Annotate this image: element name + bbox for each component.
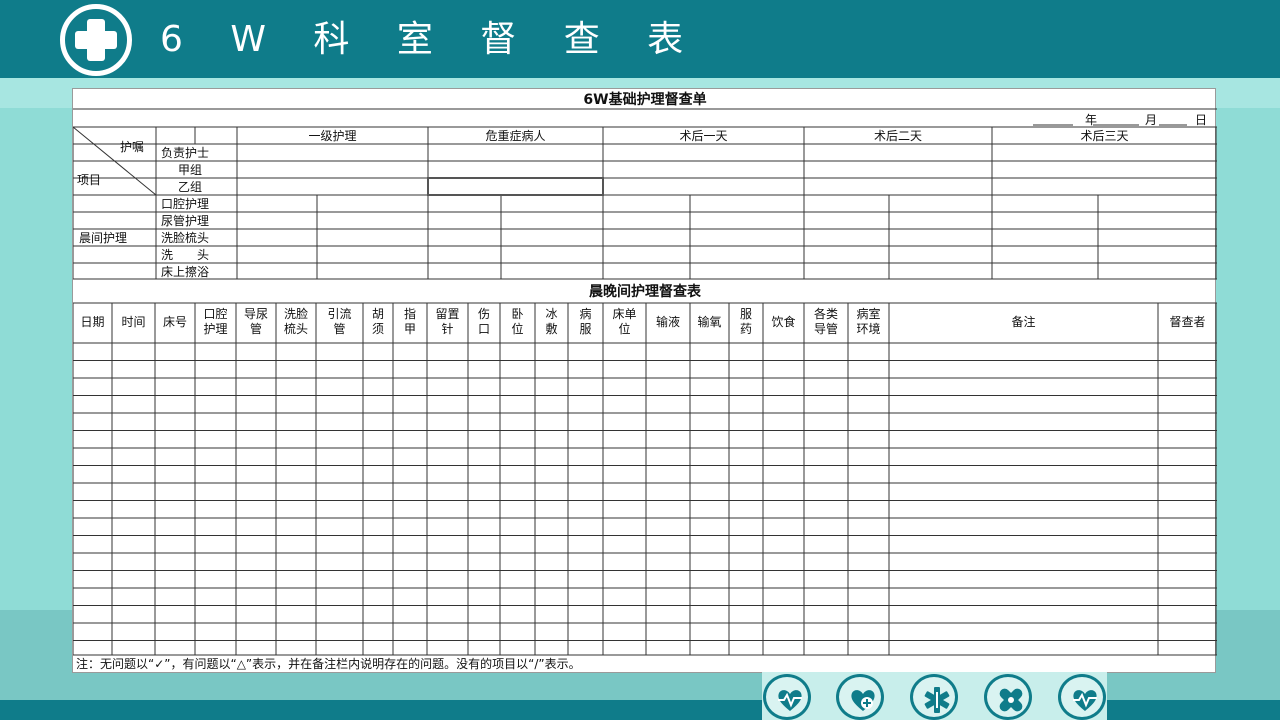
column-header-line: 输液 (655, 315, 681, 329)
date-year-label: 年 (1085, 113, 1098, 127)
column-header: 备注 (1011, 315, 1035, 330)
column-header-line: 针 (441, 322, 454, 336)
column-header-line: 引流 (327, 307, 352, 321)
heart-pulse-icon-glyph (778, 690, 802, 711)
column-header-line: 口腔 (203, 307, 228, 321)
morning-item-label: 床上擦浴 (161, 265, 210, 279)
column-header-line: 日期 (80, 315, 105, 329)
group-header: 危重症病人 (485, 129, 546, 143)
morning-item-label: 洗脸梳头 (161, 231, 210, 245)
column-header-line: 病室 (856, 307, 881, 321)
morning-item-label: 洗 头 (161, 248, 210, 262)
column-header-line: 备注 (1011, 315, 1036, 329)
column-header-line: 各类 (813, 307, 839, 321)
selected-cell (427, 177, 604, 196)
column-header: 洗脸 梳头 (284, 307, 308, 337)
column-header-line: 甲 (403, 322, 417, 336)
column-header: 伤口 (478, 307, 490, 337)
column-header-line: 服 (739, 307, 753, 321)
column-header: 导尿管 (244, 307, 268, 337)
column-header: 督查者 (1169, 315, 1205, 330)
page-title: 6 W 科 室 督 查 表 (160, 19, 702, 60)
column-header: 引流管 (327, 307, 351, 337)
column-header: 日期 (80, 315, 104, 330)
column-header-line: 位 (511, 322, 524, 336)
column-header-line: 导管 (813, 322, 839, 336)
group-header: 术后三天 (1080, 129, 1129, 143)
morning-care-label: 晨间护理 (79, 231, 128, 245)
column-header: 胡须 (372, 307, 384, 337)
column-header-line: 时间 (121, 315, 146, 329)
column-header-line: 位 (618, 322, 631, 336)
bandage-icon[interactable] (984, 674, 1032, 720)
column-header-line: 指 (403, 307, 417, 321)
heart-plus-icon-glyph (851, 690, 875, 711)
date-month-label: 月 (1145, 113, 1158, 127)
column-header-line: 留置 (435, 307, 460, 321)
heart-plus-icon[interactable] (836, 674, 884, 720)
corner-bottom-label: 项目 (77, 173, 102, 187)
column-header: 服药 (740, 307, 752, 337)
column-header: 床单位 (612, 307, 636, 337)
shift-row-label: 乙组 (178, 180, 203, 194)
column-header: 输氧 (697, 315, 721, 330)
sheet-grid (73, 108, 1217, 656)
group-header: 术后一天 (679, 129, 728, 143)
column-header-line: 口 (477, 322, 491, 336)
shift-row-label: 甲组 (178, 163, 203, 177)
shift-row-label: 负责护士 (161, 146, 210, 160)
column-header-line: 管 (333, 322, 346, 336)
column-header: 冰敷 (545, 307, 557, 337)
column-header-line: 药 (739, 322, 753, 336)
column-header: 留置针 (435, 307, 459, 337)
column-header-line: 敷 (545, 322, 558, 336)
inspection-sheet: 6W基础护理督查单 年 月 日 护嘱 项目 一级护理 危重症病人 术后一天 术后二天 术… (72, 88, 1217, 673)
section2-title: 晨晚间护理督查表 (589, 284, 701, 300)
medical-star-icon[interactable] (910, 674, 958, 720)
corner-top-label: 护嘱 (120, 140, 145, 154)
column-header: 指甲 (404, 307, 416, 337)
column-header-line: 伤 (477, 307, 491, 321)
sheet-title: 6W基础护理督查单 (583, 92, 707, 108)
heart-pulse-icon[interactable] (763, 674, 811, 720)
column-header-line: 环境 (856, 322, 881, 336)
column-header: 病室 环境 (856, 307, 880, 337)
column-header-line: 冰 (545, 307, 558, 321)
column-header-line: 梳头 (283, 322, 309, 336)
column-header-line: 卧 (511, 307, 524, 321)
column-header-line: 管 (249, 322, 263, 336)
column-header-line: 洗脸 (283, 307, 309, 321)
column-header-line: 导尿 (243, 307, 269, 321)
bandage-icon-glyph (999, 688, 1023, 712)
column-header-line: 床单 (612, 307, 637, 321)
medical-star-icon-glyph (924, 687, 950, 713)
column-header-line: 服 (579, 322, 592, 336)
column-header: 床号 (163, 315, 187, 330)
sheet-note: 注：无问题以“✓”，有问题以“△”表示，并在备注栏内说明存在的问题。没有的项目以… (76, 657, 581, 671)
column-header-line: 饮食 (771, 315, 796, 329)
column-header: 病服 (579, 307, 591, 337)
column-header: 时间 (121, 315, 145, 330)
column-header-line: 督查者 (1169, 315, 1206, 329)
column-header-line: 胡 (371, 307, 385, 321)
medical-cross-icon (60, 4, 132, 76)
column-header: 输液 (656, 315, 680, 330)
column-header: 卧位 (511, 307, 523, 337)
column-header: 口腔 护理 (203, 307, 227, 337)
column-header-line: 护理 (203, 322, 228, 336)
date-day-label: 日 (1195, 113, 1208, 127)
column-header-line: 病 (579, 307, 592, 321)
heart-pulse-icon-glyph (1073, 690, 1097, 711)
group-header: 术后二天 (873, 129, 923, 143)
morning-item-label: 口腔护理 (161, 197, 210, 211)
morning-item-label: 尿管护理 (161, 214, 210, 228)
group-header: 一级护理 (308, 129, 357, 143)
column-header-line: 输氧 (697, 315, 722, 329)
column-header: 各类 导管 (814, 307, 838, 337)
heart-pulse-icon[interactable] (1058, 674, 1106, 720)
header-bar: 6 W 科 室 督 查 表 (0, 0, 1280, 78)
column-header-line: 须 (371, 322, 385, 336)
column-header-line: 床号 (162, 315, 188, 329)
column-header: 饮食 (771, 315, 795, 330)
